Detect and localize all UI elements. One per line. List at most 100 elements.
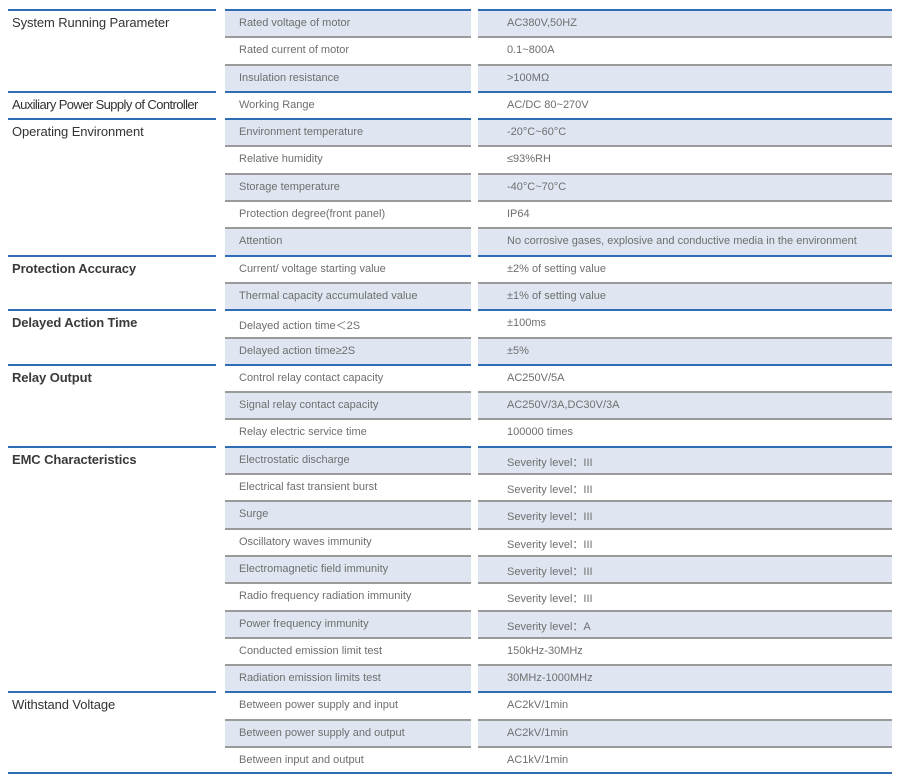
column-gap <box>471 364 478 391</box>
parameter-value: ±1% of setting value <box>478 281 892 310</box>
spec-table: System Running Parameter Rated voltage of… <box>8 9 892 773</box>
table-row: Delayed action time＜2S ±100ms <box>225 309 892 336</box>
column-gap <box>471 173 478 200</box>
column-gap <box>471 309 478 336</box>
column-gap <box>471 610 478 637</box>
parameter-value: IP64 <box>478 200 892 227</box>
table-row: Electromagnetic field immunity Severity l… <box>225 554 892 583</box>
parameter-name: Relay electric service time <box>225 418 471 445</box>
table-row: Control relay contact capacity AC250V/5A <box>225 363 892 391</box>
parameter-name: Power frequency immunity <box>225 609 471 637</box>
column-gap <box>471 391 478 418</box>
parameter-value: Severity level：III <box>478 445 892 474</box>
section-title: Delayed Action Time <box>8 309 216 364</box>
parameter-name: Environment temperature <box>225 118 471 146</box>
column-gap <box>471 582 478 609</box>
parameter-value: No corrosive gases, explosive and conduc… <box>478 227 892 255</box>
table-bottom-border <box>8 772 892 774</box>
spec-section: EMC Characteristics Electrostatic dischar… <box>8 445 892 692</box>
parameter-name: Between input and output <box>225 746 471 773</box>
column-gap <box>471 227 478 254</box>
parameter-value: 150kHz-30MHz <box>478 636 892 664</box>
parameter-name: Current/ voltage starting value <box>225 254 471 282</box>
spec-section: Relay Output Control relay contact capaci… <box>8 363 892 446</box>
column-gap <box>471 500 478 527</box>
table-row: Power frequency immunity Severity level：A <box>225 609 892 637</box>
parameter-name: Radio frequency radiation immunity <box>225 582 471 609</box>
table-row: Rated voltage of motor AC380V,50HZ <box>225 9 892 37</box>
column-gap <box>471 200 478 227</box>
table-row: Delayed action time≥2S ±5% <box>225 336 892 364</box>
parameter-value: AC1kV/1min <box>478 746 892 773</box>
table-row: Surge Severity level：III <box>225 500 892 528</box>
parameter-value: AC/DC 80~270V <box>478 90 892 118</box>
column-gap <box>471 719 478 746</box>
parameter-value: -40°C~70°C <box>478 172 892 201</box>
table-row: Between power supply and output AC2kV/1mi… <box>225 718 892 747</box>
table-row: Rated current of motor 0.1~800A <box>225 36 892 63</box>
parameter-value: ≤93%RH <box>478 145 892 172</box>
table-row: Thermal capacity accumulated value ±1% of… <box>225 281 892 310</box>
parameter-value: Severity level：III <box>478 582 892 609</box>
column-gap <box>471 664 478 691</box>
parameter-name: Oscillatory waves immunity <box>225 527 471 555</box>
section-rows: Between power supply and input AC2kV/1min… <box>225 691 892 773</box>
parameter-name: Rated current of motor <box>225 36 471 63</box>
section-title: Relay Output <box>8 363 216 446</box>
parameter-value: >100MΩ <box>478 63 892 91</box>
parameter-name: Rated voltage of motor <box>225 9 471 37</box>
column-gap <box>471 528 478 555</box>
parameter-value: AC250V/5A <box>478 363 892 391</box>
parameter-value: ±100ms <box>478 309 892 336</box>
parameter-name: Thermal capacity accumulated value <box>225 281 471 310</box>
column-gap <box>471 555 478 582</box>
parameter-value: AC380V,50HZ <box>478 9 892 37</box>
column-gap <box>471 36 478 63</box>
section-rows: Environment temperature -20°C~60°C Relativ… <box>225 118 892 255</box>
parameter-value: AC2kV/1min <box>478 718 892 747</box>
table-row: Insulation resistance >100MΩ <box>225 63 892 91</box>
parameter-name: Conducted emission limit test <box>225 636 471 664</box>
column-gap <box>471 9 478 36</box>
table-row: Conducted emission limit test 150kHz-30MH… <box>225 636 892 664</box>
parameter-name: Relative humidity <box>225 145 471 172</box>
spec-section: System Running Parameter Rated voltage of… <box>8 9 892 91</box>
section-rows: Current/ voltage starting value ±2% of se… <box>225 254 892 310</box>
spec-section: Auxiliary Power Supply of Controller Work… <box>8 90 892 118</box>
column-gap <box>471 64 478 91</box>
column-gap <box>471 637 478 664</box>
table-row: Between input and output AC1kV/1min <box>225 746 892 773</box>
section-title: Operating Environment <box>8 118 216 254</box>
parameter-name: Electrical fast transient burst <box>225 473 471 500</box>
parameter-value: -20°C~60°C <box>478 118 892 146</box>
parameter-name: Between power supply and input <box>225 691 471 718</box>
parameter-name: Delayed action time＜2S <box>225 309 471 336</box>
section-title: System Running Parameter <box>8 9 216 91</box>
parameter-value: AC250V/3A,DC30V/3A <box>478 391 892 419</box>
table-row: Between power supply and input AC2kV/1min <box>225 691 892 718</box>
section-rows: Working Range AC/DC 80~270V <box>225 90 892 118</box>
section-rows: Delayed action time＜2S ±100ms Delayed acti… <box>225 309 892 364</box>
parameter-value: Severity level：A <box>478 609 892 637</box>
parameter-value: ±2% of setting value <box>478 254 892 282</box>
column-gap <box>471 145 478 172</box>
parameter-name: Working Range <box>225 90 471 118</box>
parameter-name: Storage temperature <box>225 172 471 201</box>
parameter-value: Severity level：III <box>478 473 892 500</box>
spec-section: Protection Accuracy Current/ voltage star… <box>8 254 892 310</box>
table-row: Working Range AC/DC 80~270V <box>225 90 892 118</box>
table-row: Storage temperature -40°C~70°C <box>225 172 892 201</box>
parameter-value: 30MHz-1000MHz <box>478 664 892 692</box>
column-gap <box>471 446 478 473</box>
parameter-value: AC2kV/1min <box>478 691 892 718</box>
column-gap <box>471 282 478 309</box>
section-rows: Electrostatic discharge Severity level：II… <box>225 445 892 692</box>
column-gap <box>471 473 478 500</box>
table-row: Radio frequency radiation immunity Severi… <box>225 582 892 609</box>
table-row: Signal relay contact capacity AC250V/3A,D… <box>225 391 892 419</box>
table-row: Relative humidity ≤93%RH <box>225 145 892 172</box>
column-gap <box>471 118 478 145</box>
column-gap <box>471 91 478 118</box>
parameter-value: Severity level：III <box>478 500 892 528</box>
spec-section: Delayed Action Time Delayed action time＜2… <box>8 309 892 364</box>
